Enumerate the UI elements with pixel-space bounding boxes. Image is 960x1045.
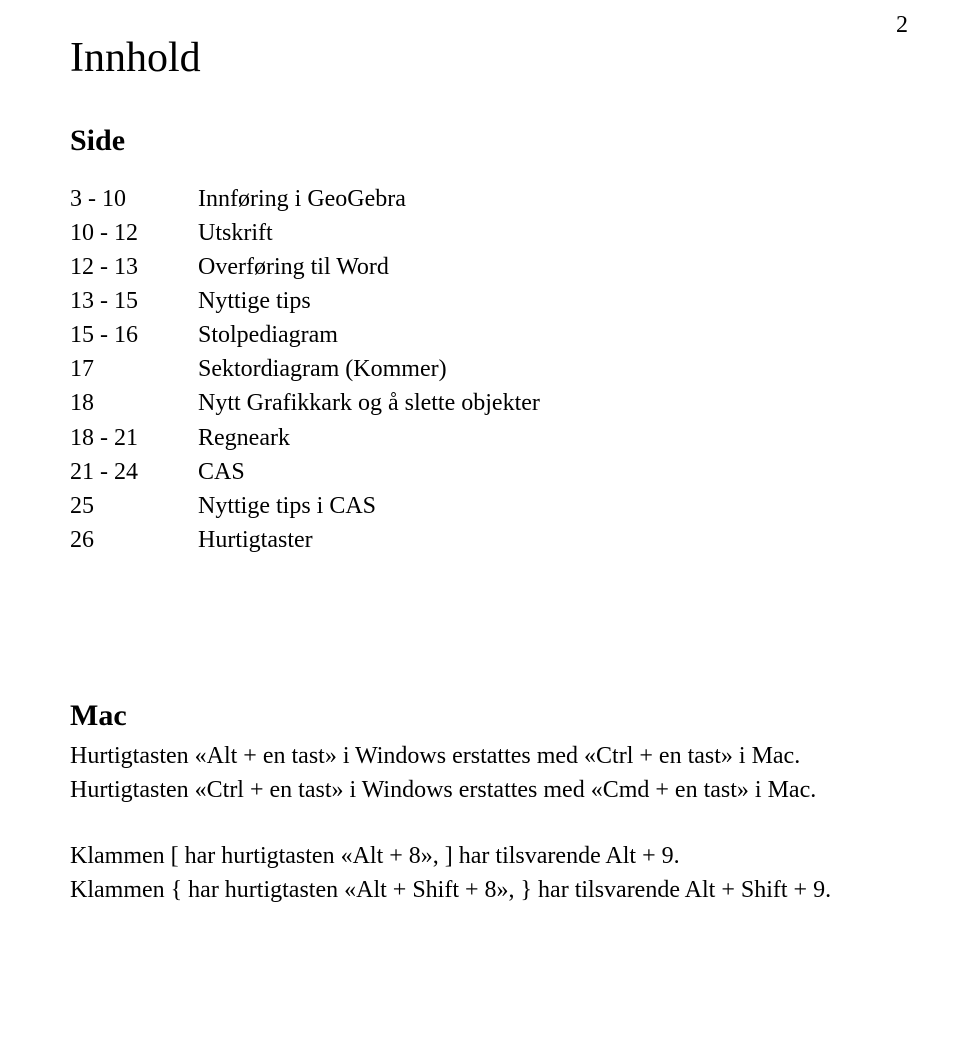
toc-title: Overføring til Word [198,250,890,284]
toc-page-range: 15 - 16 [70,318,198,352]
toc-title: Innføring i GeoGebra [198,182,890,216]
toc-row: 3 - 10 Innføring i GeoGebra [70,182,890,216]
mac-line-2: Hurtigtasten «Ctrl + en tast» i Windows … [70,773,890,807]
toc-page-range: 3 - 10 [70,182,198,216]
toc-page-range: 13 - 15 [70,284,198,318]
mac-line-1: Hurtigtasten «Alt + en tast» i Windows e… [70,739,890,773]
toc-page-range: 17 [70,352,198,386]
toc-title: Nytt Grafikkark og å slette objekter [198,386,890,420]
spacer [70,807,890,839]
toc-row: 13 - 15 Nyttige tips [70,284,890,318]
toc-row: 21 - 24 CAS [70,455,890,489]
toc-row: 12 - 13 Overføring til Word [70,250,890,284]
toc-page-range: 18 - 21 [70,421,198,455]
table-of-contents: 3 - 10 Innføring i GeoGebra 10 - 12 Utsk… [70,182,890,557]
toc-row: 26 Hurtigtaster [70,523,890,557]
toc-title: CAS [198,455,890,489]
toc-row: 18 Nytt Grafikkark og å slette objekter [70,386,890,420]
toc-title: Stolpediagram [198,318,890,352]
toc-row: 18 - 21 Regneark [70,421,890,455]
toc-title: Utskrift [198,216,890,250]
toc-title: Hurtigtaster [198,523,890,557]
mac-line-4: Klammen { har hurtigtasten «Alt + Shift … [70,873,890,907]
toc-row: 10 - 12 Utskrift [70,216,890,250]
document-title: Innhold [70,34,890,82]
toc-title: Nyttige tips i CAS [198,489,890,523]
document-page: 2 Innhold Side 3 - 10 Innføring i GeoGeb… [0,0,960,1045]
toc-page-range: 12 - 13 [70,250,198,284]
toc-row: 25 Nyttige tips i CAS [70,489,890,523]
toc-page-range: 18 [70,386,198,420]
toc-row: 15 - 16 Stolpediagram [70,318,890,352]
toc-page-range: 26 [70,523,198,557]
toc-title: Sektordiagram (Kommer) [198,352,890,386]
toc-page-range: 21 - 24 [70,455,198,489]
toc-page-range: 10 - 12 [70,216,198,250]
side-label: Side [70,124,890,158]
toc-title: Regneark [198,421,890,455]
toc-page-range: 25 [70,489,198,523]
toc-title: Nyttige tips [198,284,890,318]
mac-heading: Mac [70,699,890,733]
page-number: 2 [896,12,908,39]
toc-row: 17 Sektordiagram (Kommer) [70,352,890,386]
mac-line-3: Klammen [ har hurtigtasten «Alt + 8», ] … [70,839,890,873]
